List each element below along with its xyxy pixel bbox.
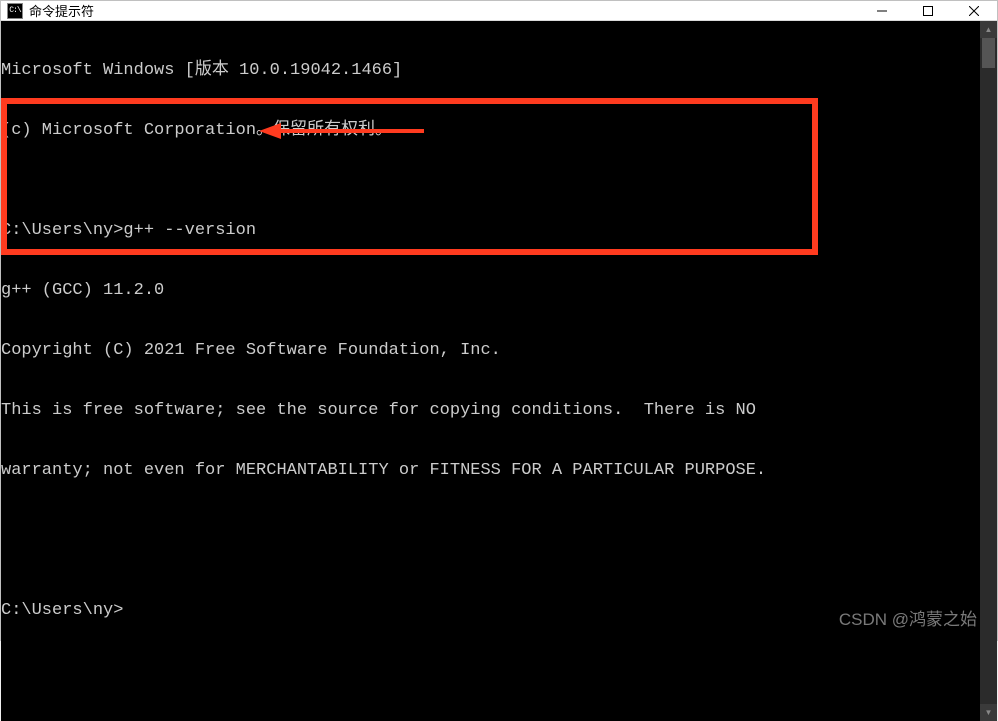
command-prompt-window: C:\ 命令提示符 Microsoft Windows [版本 10.0.190…: [0, 0, 998, 641]
terminal-line: C:\Users\ny>g++ --version: [1, 221, 980, 241]
window-titlebar[interactable]: C:\ 命令提示符: [1, 1, 997, 21]
terminal-area[interactable]: Microsoft Windows [版本 10.0.19042.1466] (…: [1, 21, 997, 721]
maximize-button[interactable]: [905, 1, 951, 20]
terminal-line: Copyright (C) 2021 Free Software Foundat…: [1, 341, 980, 361]
titlebar-left: C:\ 命令提示符: [1, 1, 859, 20]
terminal-line: g++ (GCC) 11.2.0: [1, 281, 980, 301]
minimize-button[interactable]: [859, 1, 905, 20]
close-icon: [969, 6, 979, 16]
cmd-icon: C:\: [7, 3, 23, 19]
terminal-line: warranty; not even for MERCHANTABILITY o…: [1, 461, 980, 481]
terminal-line: (c) Microsoft Corporation。保留所有权利。: [1, 121, 980, 141]
scrollbar-up-button[interactable]: ▲: [980, 21, 997, 38]
vertical-scrollbar[interactable]: ▲ ▼: [980, 21, 997, 721]
scrollbar-down-button[interactable]: ▼: [980, 704, 997, 721]
terminal-line: This is free software; see the source fo…: [1, 401, 980, 421]
terminal-content[interactable]: Microsoft Windows [版本 10.0.19042.1466] (…: [1, 21, 980, 721]
scrollbar-thumb[interactable]: [982, 38, 995, 68]
terminal-line: Microsoft Windows [版本 10.0.19042.1466]: [1, 61, 980, 81]
close-button[interactable]: [951, 1, 997, 20]
window-controls: [859, 1, 997, 20]
terminal-line: C:\Users\ny>: [1, 601, 980, 621]
window-title: 命令提示符: [29, 1, 94, 20]
maximize-icon: [923, 6, 933, 16]
minimize-icon: [877, 6, 887, 16]
